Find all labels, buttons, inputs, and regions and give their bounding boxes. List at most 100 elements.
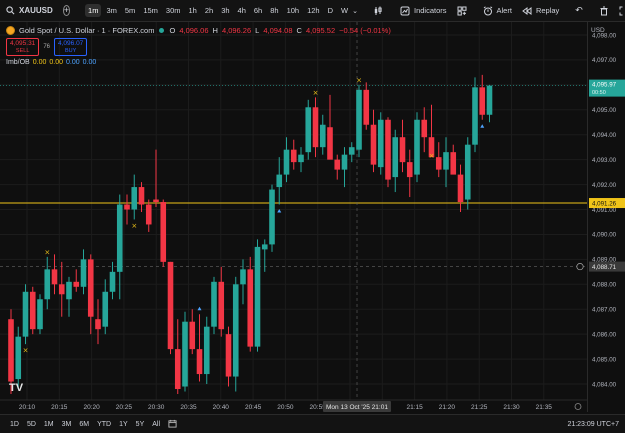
candle-body[interactable] (327, 127, 333, 160)
candle-body[interactable] (305, 107, 312, 153)
candle-body[interactable] (22, 291, 29, 337)
trash-icon[interactable] (599, 5, 609, 16)
timeframe-30m[interactable]: 30m (163, 4, 184, 17)
candle-body[interactable] (435, 157, 442, 170)
candle-body[interactable] (269, 189, 275, 245)
timeframe-1h[interactable]: 1h (186, 4, 200, 17)
timeframe-2h[interactable]: 2h (202, 4, 216, 17)
range-6M[interactable]: 6M (75, 421, 93, 428)
range-All[interactable]: All (148, 421, 164, 428)
range-1D[interactable]: 1D (6, 421, 23, 428)
candle-body[interactable] (196, 349, 203, 375)
price-axis[interactable]: USD4,098.004,097.004,096.004,095.004,094… (587, 22, 625, 412)
timeframe-10h[interactable]: 10h (284, 4, 303, 17)
indicator-legend[interactable]: Imb/OB 0.00 0.00 0.00 0.00 (6, 59, 391, 66)
sell-button[interactable]: 4,095.31 SELL (6, 38, 40, 57)
candle-body[interactable] (283, 149, 290, 175)
candle-body[interactable] (421, 119, 428, 138)
timeframe-5m[interactable]: 5m (122, 4, 138, 17)
candle-body[interactable] (15, 336, 22, 380)
timeframe-12h[interactable]: 12h (304, 4, 323, 17)
price-scale[interactable]: USD4,098.004,097.004,096.004,095.004,094… (588, 22, 625, 412)
candle-body[interactable] (370, 124, 377, 165)
candle-body[interactable] (385, 119, 391, 180)
candle-body[interactable] (73, 281, 80, 287)
candle-body[interactable] (414, 119, 420, 175)
candle-body[interactable] (341, 154, 348, 170)
candle-body[interactable] (109, 271, 116, 292)
candle-body[interactable] (247, 269, 254, 347)
candle-body[interactable] (174, 349, 181, 390)
timeframe-3m[interactable]: 3m (103, 4, 119, 17)
candle-body[interactable] (138, 187, 145, 205)
candle-body[interactable] (232, 284, 239, 377)
chevron-down-icon[interactable]: ⌄ (352, 5, 358, 16)
compare-plus-icon[interactable]: + (62, 5, 71, 16)
buy-button[interactable]: 4,096.07 BUY (54, 38, 88, 57)
calendar-range-icon[interactable] (164, 419, 181, 430)
candle-body[interactable] (58, 284, 65, 295)
chart-pane[interactable]: × × × × × × TV 20:10 20:15 20:20 20:25 20:30 20:35 20… (0, 22, 587, 412)
undo-icon[interactable]: ↶ (575, 5, 583, 16)
candle-body[interactable] (298, 154, 304, 163)
add-alert-plus-icon[interactable] (576, 263, 584, 271)
candle-body[interactable] (167, 261, 174, 350)
candle-body[interactable] (240, 269, 246, 285)
fullscreen-icon[interactable] (619, 5, 625, 16)
candle-body[interactable] (399, 137, 406, 163)
candle-body[interactable] (116, 204, 123, 272)
candlestick-chart[interactable]: × × × × × × TV 20:10 20:15 20:20 20:25 20:30 20:35 20… (0, 22, 587, 412)
clock-timezone[interactable]: 21:23:09 UTC+7 (567, 421, 625, 428)
range-5D[interactable]: 5D (23, 421, 40, 428)
candle-body[interactable] (8, 319, 14, 382)
candle-body[interactable] (153, 199, 159, 203)
candle-body[interactable] (29, 291, 36, 330)
candle-body[interactable] (392, 137, 399, 178)
candle-body[interactable] (312, 107, 319, 148)
alert-button[interactable]: Alert (478, 0, 517, 22)
candle-body[interactable] (189, 321, 196, 350)
range-3M[interactable]: 3M (58, 421, 76, 428)
candle-body[interactable] (51, 269, 58, 285)
candle-body[interactable] (44, 269, 51, 300)
candle-body[interactable] (443, 152, 449, 170)
timeframe-W[interactable]: W (338, 4, 351, 17)
timeframe-3h[interactable]: 3h (218, 4, 232, 17)
range-1M[interactable]: 1M (40, 421, 58, 428)
candle-body[interactable] (254, 246, 261, 347)
candle-body[interactable] (472, 87, 478, 145)
candle-body[interactable] (356, 89, 362, 150)
candle-body[interactable] (290, 149, 297, 163)
candle-body[interactable] (348, 147, 355, 155)
candle-body[interactable] (479, 87, 486, 115)
candle-body[interactable] (486, 85, 493, 115)
timeframe-15m[interactable]: 15m (140, 4, 161, 17)
candle-body[interactable] (131, 187, 138, 210)
candle-body[interactable] (225, 334, 232, 377)
layout-icon[interactable] (457, 5, 467, 16)
symbol-search[interactable]: XAUUSD (0, 0, 59, 22)
legend-title[interactable]: Gold Spot / U.S. Dollar · 1 · FOREX.com (19, 26, 154, 35)
candle-body[interactable] (160, 202, 167, 262)
candle-body[interactable] (80, 259, 87, 287)
range-5Y[interactable]: 5Y (132, 421, 149, 428)
timeframe-6h[interactable]: 6h (251, 4, 265, 17)
timeframe-8h[interactable]: 8h (267, 4, 281, 17)
timeframe-D[interactable]: D (325, 4, 336, 17)
candle-body[interactable] (145, 204, 152, 225)
range-YTD[interactable]: YTD (93, 421, 115, 428)
candle-body[interactable] (211, 281, 217, 327)
settings-gear-icon[interactable] (574, 403, 582, 410)
indicators-button[interactable]: Indicators (395, 0, 452, 22)
chart-type-button[interactable] (368, 0, 389, 22)
candle-body[interactable] (203, 326, 210, 375)
replay-button[interactable]: Replay (517, 0, 564, 22)
candle-body[interactable] (319, 124, 326, 148)
candle-body[interactable] (182, 321, 188, 387)
candle-body[interactable] (377, 119, 384, 168)
candle-body[interactable] (218, 281, 225, 330)
candle-body[interactable] (37, 299, 43, 330)
candle-body[interactable] (102, 291, 109, 327)
timeframe-4h[interactable]: 4h (235, 4, 249, 17)
candle-body[interactable] (95, 319, 101, 330)
